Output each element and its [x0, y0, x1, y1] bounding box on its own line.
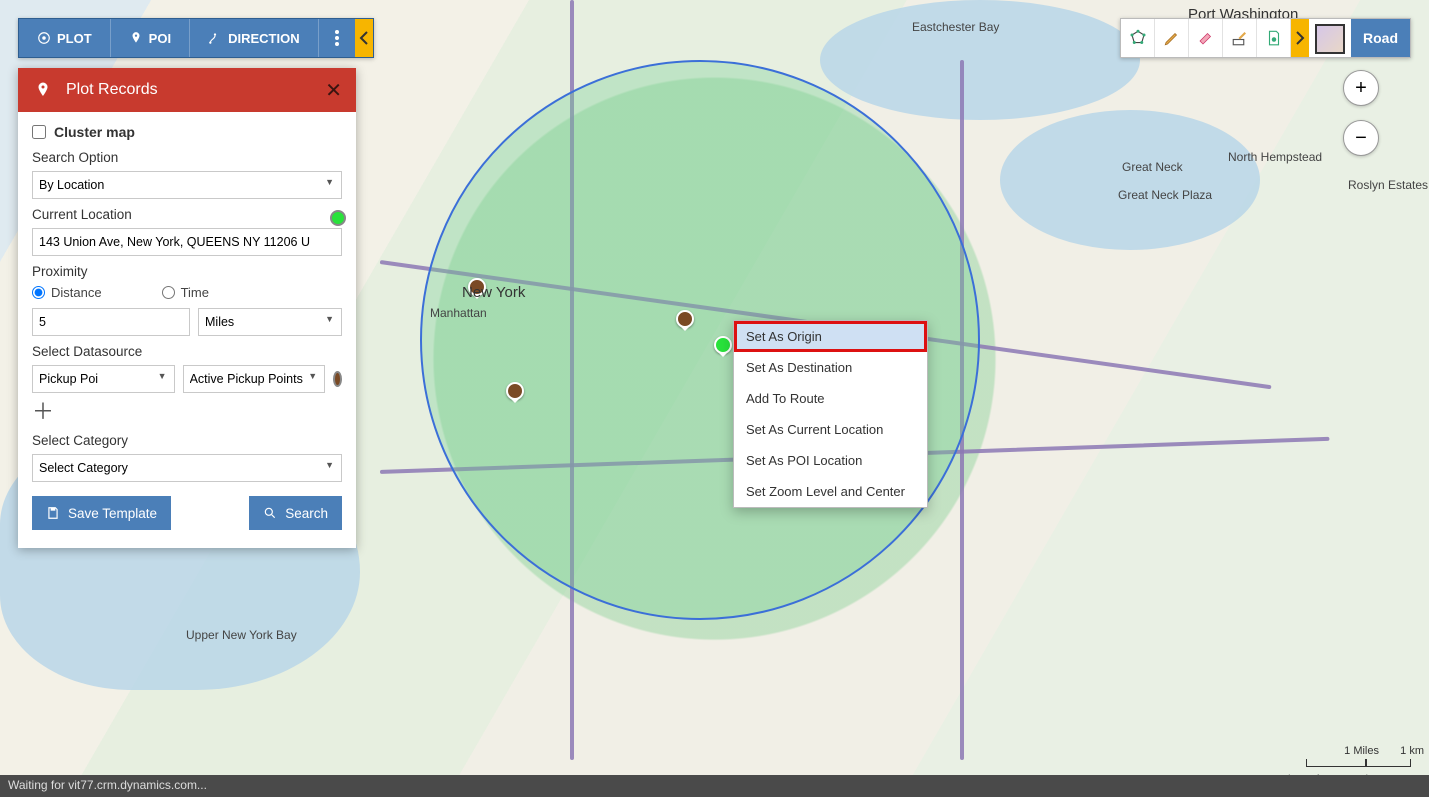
browser-status-bar: Waiting for vit77.crm.dynamics.com...: [0, 775, 1429, 797]
route-icon: [208, 31, 222, 45]
map-pin[interactable]: [676, 310, 694, 328]
plot-records-panel: Plot Records ✕ Cluster map Search Option…: [18, 68, 356, 548]
pencil-icon: [1163, 29, 1181, 47]
proximity-time-radio[interactable]: Time: [162, 285, 209, 300]
search-label: Search: [285, 506, 328, 521]
ctx-set-as-poi-location[interactable]: Set As POI Location: [734, 445, 927, 476]
search-option-select[interactable]: By Location: [32, 171, 342, 199]
datasource-label: Select Datasource: [32, 344, 342, 359]
category-label: Select Category: [32, 433, 342, 448]
datasource-pin-icon: [333, 371, 342, 387]
location-pin-icon: [330, 210, 346, 226]
ctx-add-to-route[interactable]: Add To Route: [734, 383, 927, 414]
datasource-b-select[interactable]: Active Pickup Points: [183, 365, 326, 393]
save-icon: [46, 506, 60, 520]
save-template-label: Save Template: [68, 506, 157, 521]
ctx-set-as-destination[interactable]: Set As Destination: [734, 352, 927, 383]
target-icon: [37, 31, 51, 45]
distance-label: Distance: [51, 285, 102, 300]
map-pin[interactable]: [468, 278, 486, 296]
panel-header: Plot Records ✕: [18, 68, 356, 112]
collapse-left-button[interactable]: [355, 19, 373, 57]
save-template-button[interactable]: Save Template: [32, 496, 171, 530]
panel-title: Plot Records: [66, 81, 158, 99]
close-button[interactable]: ✕: [325, 78, 342, 103]
proximity-value-input[interactable]: [32, 308, 190, 336]
distance-radio[interactable]: [32, 286, 45, 299]
proximity-label: Proximity: [32, 264, 342, 279]
save-territory-button[interactable]: [1257, 19, 1291, 57]
draw-polygon-button[interactable]: [1121, 19, 1155, 57]
polygon-icon: [1129, 29, 1147, 47]
edit-shape-button[interactable]: [1223, 19, 1257, 57]
chevron-right-icon: [1295, 31, 1305, 45]
eraser-button[interactable]: [1189, 19, 1223, 57]
top-tab-bar: PLOT POI DIRECTION: [18, 18, 374, 58]
search-button[interactable]: Search: [249, 496, 342, 530]
tab-plot[interactable]: PLOT: [19, 19, 111, 57]
map-label: Roslyn Estates: [1348, 178, 1428, 192]
tab-direction[interactable]: DIRECTION: [190, 19, 319, 57]
pin-icon: [32, 79, 54, 101]
scale-miles: 1 Miles: [1344, 745, 1379, 757]
ctx-set-as-origin[interactable]: Set As Origin: [734, 321, 927, 352]
zoom-out-button[interactable]: −: [1343, 120, 1379, 156]
map-pin-origin[interactable]: [714, 336, 732, 354]
tab-label: POI: [149, 31, 171, 46]
edit-icon: [1231, 29, 1249, 47]
tab-poi[interactable]: POI: [111, 19, 190, 57]
maptype-button[interactable]: Road: [1351, 19, 1410, 57]
chevron-left-icon: [359, 31, 369, 45]
scale-bar: 1 Miles 1 km: [1306, 759, 1411, 767]
basemap-thumb[interactable]: [1315, 24, 1345, 54]
territory-save-icon: [1265, 29, 1283, 47]
time-radio[interactable]: [162, 286, 175, 299]
dots-vertical-icon: [335, 30, 339, 46]
scale-km: 1 km: [1400, 745, 1424, 757]
time-label: Time: [181, 285, 209, 300]
proximity-unit-select[interactable]: Miles: [198, 308, 342, 336]
ctx-set-as-current-location[interactable]: Set As Current Location: [734, 414, 927, 445]
draw-pencil-button[interactable]: [1155, 19, 1189, 57]
ctx-set-zoom-level-center[interactable]: Set Zoom Level and Center: [734, 476, 927, 507]
pin-icon: [129, 31, 143, 45]
right-toolbar: Road: [1120, 18, 1411, 58]
search-option-label: Search Option: [32, 150, 342, 165]
tab-more-button[interactable]: [319, 19, 355, 57]
datasource-a-select[interactable]: Pickup Poi: [32, 365, 175, 393]
add-datasource-button[interactable]: ＋: [32, 401, 342, 423]
tab-label: DIRECTION: [228, 31, 300, 46]
zoom-in-button[interactable]: +: [1343, 70, 1379, 106]
current-location-label: Current Location: [32, 207, 342, 222]
expand-right-button[interactable]: [1291, 19, 1309, 57]
map-pin[interactable]: [506, 382, 524, 400]
cluster-map-label: Cluster map: [54, 124, 135, 140]
search-icon: [263, 506, 277, 520]
cluster-map-checkbox[interactable]: [32, 125, 46, 139]
proximity-distance-radio[interactable]: Distance: [32, 285, 102, 300]
map-context-menu: Set As Origin Set As Destination Add To …: [733, 320, 928, 508]
category-select[interactable]: Select Category: [32, 454, 342, 482]
eraser-icon: [1197, 29, 1215, 47]
tab-label: PLOT: [57, 31, 92, 46]
current-location-input[interactable]: [32, 228, 342, 256]
